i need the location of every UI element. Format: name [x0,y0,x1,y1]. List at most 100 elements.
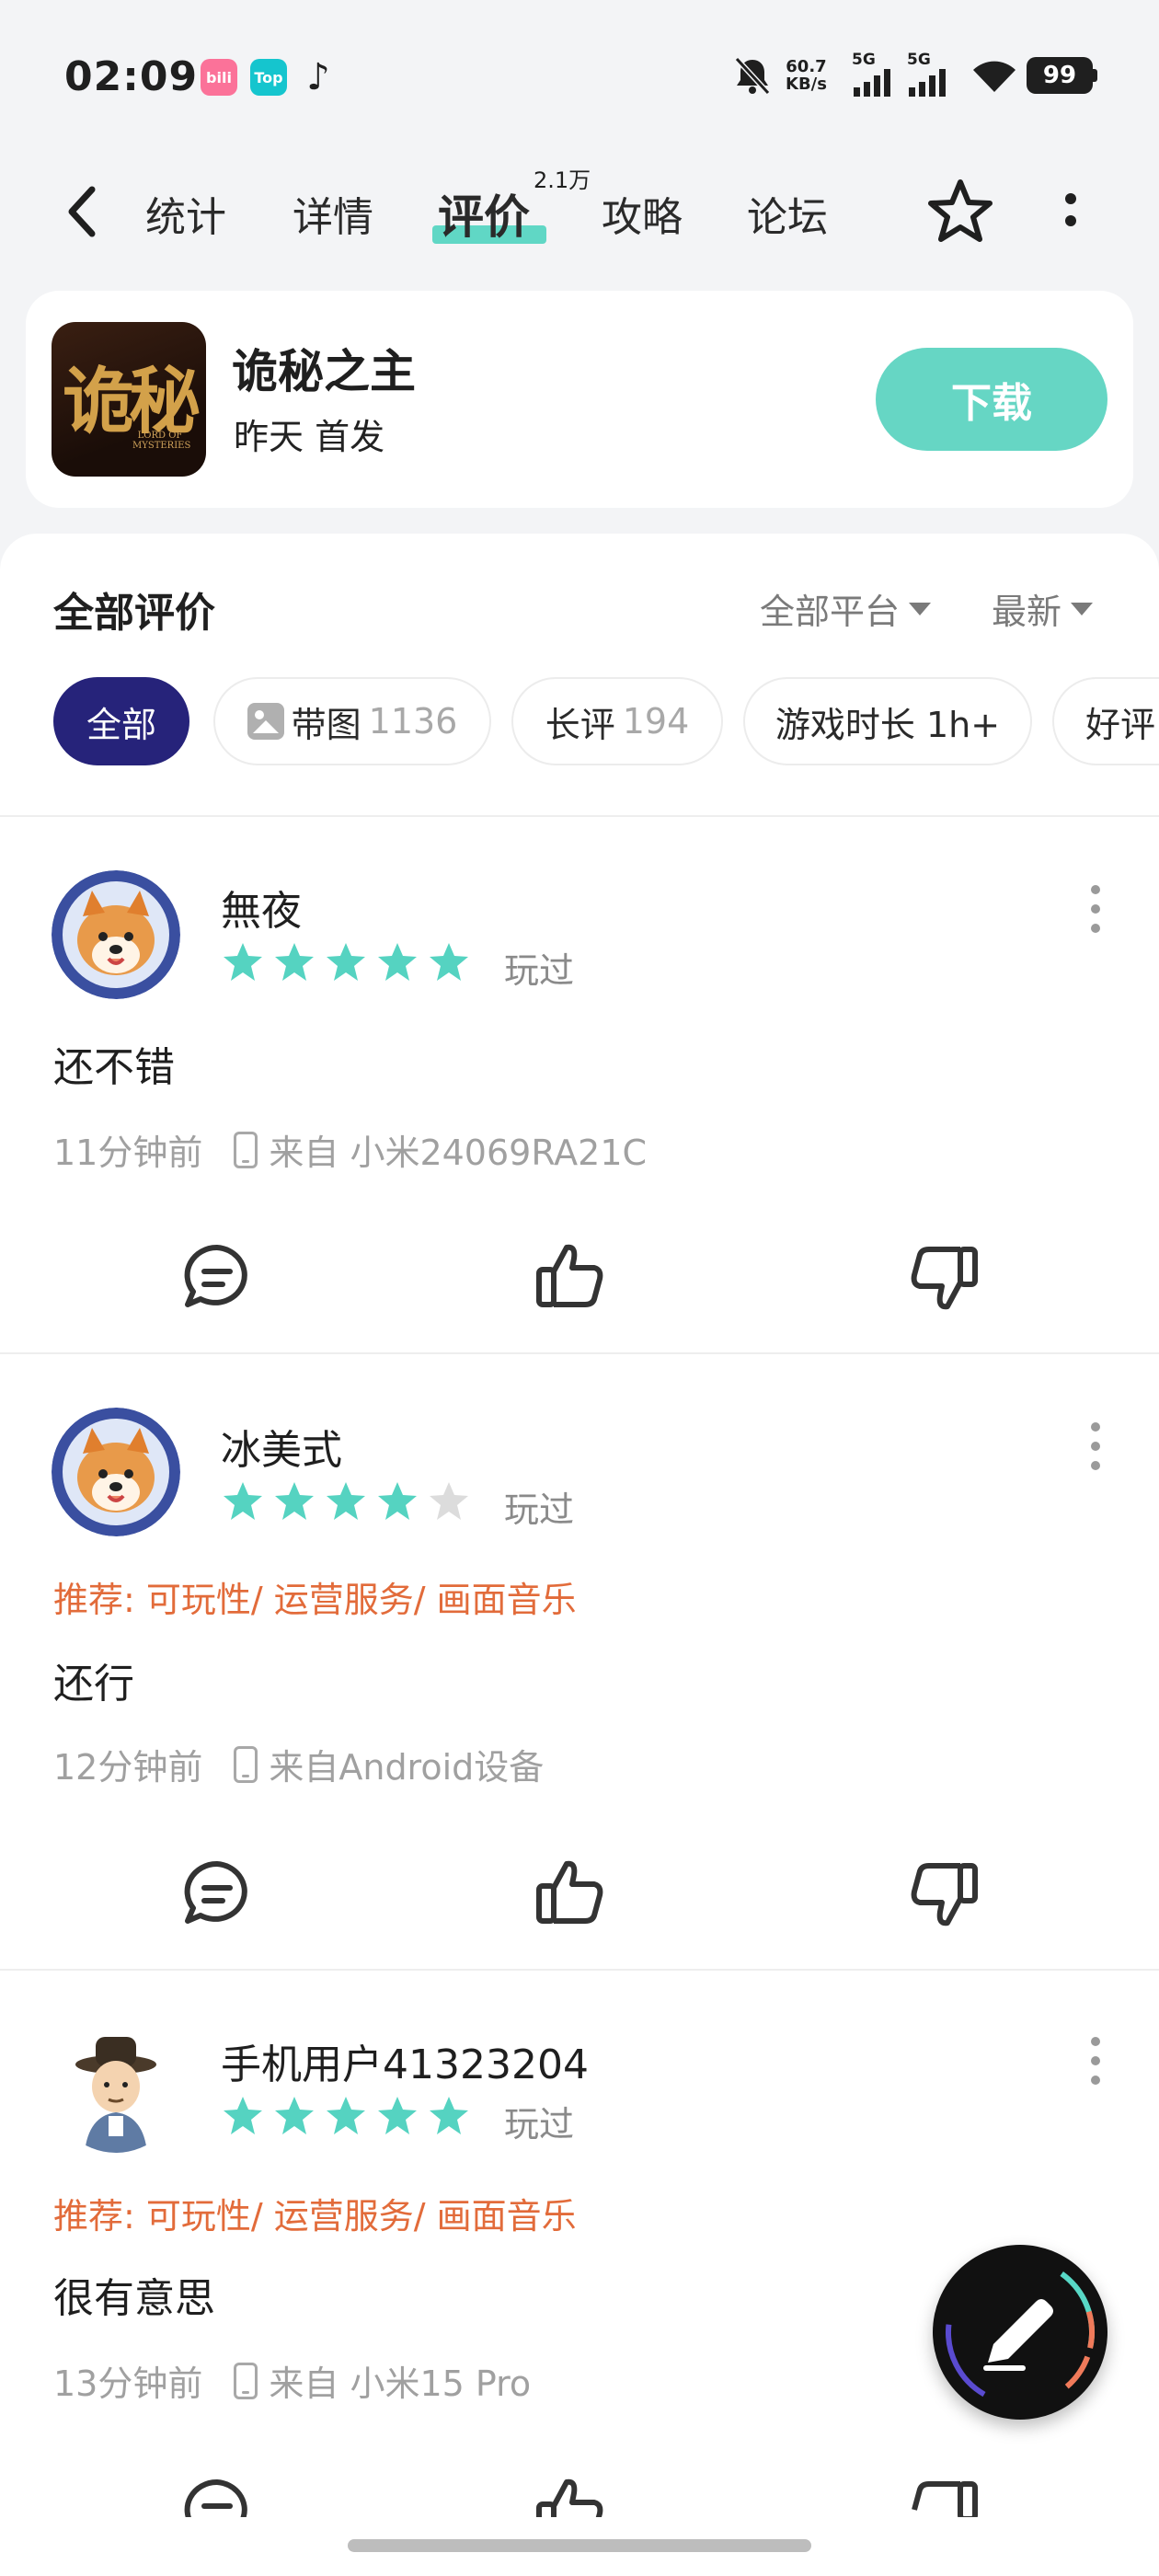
review-actions-clipped [0,2466,1159,2517]
played-label: 玩过 [504,2104,575,2145]
star-filled-icon [327,2097,365,2134]
star-filled-icon [430,943,468,981]
phone-icon [234,1745,258,1783]
game-icon-subtext: LORD OF MYSTERIES [132,431,191,451]
more-menu-button[interactable] [1060,190,1082,234]
thumbs-down-icon [912,2481,978,2517]
star-rating [221,2094,471,2138]
review-content[interactable]: 还不错 [53,1034,175,1093]
star-filled-icon [275,1482,314,1520]
dislike-button[interactable] [907,1242,981,1316]
reviewer-name[interactable]: 無夜 [221,878,302,937]
star-filled-icon [275,2097,314,2134]
played-label: 玩过 [504,1489,575,1530]
dislike-button[interactable] [907,2477,981,2517]
more-vertical-icon [1065,193,1076,226]
sim2-label: 5G [907,51,931,69]
review-time: 11分钟前 [53,1133,203,1173]
game-icon[interactable]: 诡秘 LORD OF MYSTERIES [52,322,206,477]
back-arrow-icon [68,186,96,237]
thumbs-down-icon [911,1247,978,1310]
review-meta: 13分钟前 来自 小米15 Pro [53,2355,531,2406]
comment-button[interactable] [180,1240,254,1314]
platform-filter-dropdown[interactable]: 全部平台 [760,583,932,634]
star-filled-icon [378,1482,417,1520]
review-content[interactable]: 还行 [53,1650,134,1709]
download-button[interactable]: 下载 [876,348,1107,451]
signal-2-icon: 5G [907,52,951,99]
comment-icon [184,1244,247,1307]
review-device: 来自Android设备 [269,1747,545,1788]
image-icon [247,703,284,740]
chip-positive[interactable]: 好评 [1052,677,1159,765]
like-button[interactable] [534,1238,607,1312]
star-filled-icon [378,2097,417,2134]
review-content[interactable]: 很有意思 [53,2265,215,2324]
thumbs-down-icon [911,1863,978,1926]
tab-forum[interactable]: 论坛 [747,184,828,243]
comment-icon [184,2478,247,2517]
sim1-label: 5G [852,51,876,69]
status-time: 02:09 [64,53,199,100]
chip-label: 长评 [545,704,615,745]
avatar[interactable] [52,1408,180,1536]
tab-reviews[interactable]: 评价 [438,180,530,247]
review-meta: 12分钟前 来自Android设备 [53,1739,544,1789]
chip-count: 1136 [368,701,458,742]
comment-icon [184,1860,247,1924]
back-button[interactable] [61,182,105,241]
dislike-button[interactable] [907,1858,981,1932]
review-more-button[interactable] [1091,2037,1102,2085]
star-rating [221,1479,471,1524]
recommend-tags: 推荐: 可玩性/ 运营服务/ 画面音乐 [53,1580,577,1620]
sort-label: 最新 [992,592,1062,632]
chip-label: 全部 [86,704,156,745]
like-button[interactable] [534,2473,607,2517]
write-review-button[interactable] [933,2245,1107,2420]
favorite-button[interactable] [924,175,997,248]
star-filled-icon [275,943,314,981]
chip-playtime[interactable]: 游戏时长 1h+ [743,677,1032,765]
star-empty-icon [430,1482,468,1520]
comment-button[interactable] [180,1857,254,1930]
reviewer-name[interactable]: 手机用户41323204 [221,2031,589,2090]
game-title: 诡秘之主 [232,345,416,398]
review-meta: 11分钟前 来自 小米24069RA21C [53,1124,647,1175]
like-button[interactable] [534,1855,607,1928]
chip-count: 194 [622,701,690,742]
chip-all[interactable]: 全部 [53,677,189,765]
chip-label: 好评 [1085,704,1156,745]
star-outline-icon [928,179,993,242]
platform-filter-label: 全部平台 [760,592,901,632]
chip-long-reviews[interactable]: 长评 194 [511,677,723,765]
reviewer-name[interactable]: 冰美式 [221,1417,342,1476]
review-time: 12分钟前 [53,1747,203,1788]
chip-label: 游戏时长 1h+ [775,704,1001,745]
recommend-tags: 推荐: 可玩性/ 运营服务/ 画面音乐 [53,2196,577,2237]
signal-1-icon: 5G [852,52,896,99]
review-time: 13分钟前 [53,2363,203,2404]
dropdown-arrow-icon [909,602,932,615]
taptap-icon: Top [250,59,287,96]
review-more-button[interactable] [1091,885,1102,933]
tab-guides[interactable]: 攻略 [602,184,683,243]
tab-details[interactable]: 详情 [293,184,373,243]
star-filled-icon [327,1482,365,1520]
sort-dropdown[interactable]: 最新 [992,583,1094,634]
star-rating [221,940,471,984]
comment-button[interactable] [180,2475,254,2517]
phone-icon [234,2362,258,2399]
home-indicator [348,2539,811,2552]
dropdown-arrow-icon [1071,602,1094,615]
tab-stats[interactable]: 统计 [145,184,226,243]
thumbs-up-icon [536,1244,603,1307]
chip-with-images[interactable]: 带图 1136 [213,677,491,765]
star-filled-icon [378,943,417,981]
star-filled-icon [224,2097,262,2134]
net-speed-unit: KB/s [786,75,827,94]
avatar[interactable] [52,2024,180,2153]
avatar[interactable] [52,870,180,999]
review-more-button[interactable] [1091,1422,1102,1470]
played-label: 玩过 [504,950,575,991]
star-filled-icon [224,943,262,981]
